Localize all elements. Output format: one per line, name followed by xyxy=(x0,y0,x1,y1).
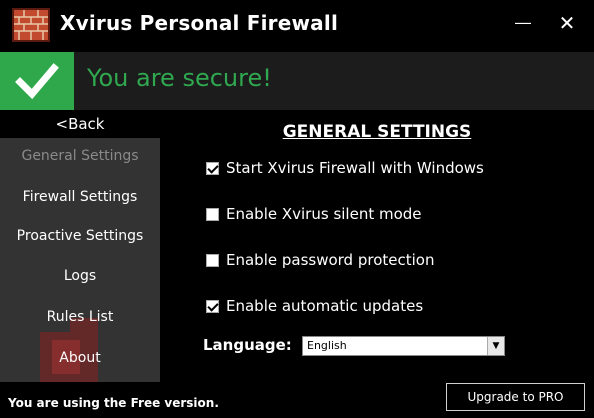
option-label: Start Xvirus Firewall with Windows xyxy=(226,159,484,177)
sidebar: General Settings Firewall Settings Proac… xyxy=(0,138,160,382)
upgrade-button[interactable]: Upgrade to PRO xyxy=(446,383,585,411)
start-with-windows-checkbox[interactable] xyxy=(206,161,219,175)
sidebar-item-about[interactable]: About xyxy=(0,343,160,373)
option-silent-mode[interactable]: Enable Xvirus silent mode xyxy=(206,203,422,225)
sidebar-item-logs[interactable]: Logs xyxy=(0,261,160,291)
brick-wall-icon xyxy=(12,8,50,42)
version-notice: You are using the Free version. xyxy=(8,396,219,410)
chevron-down-icon[interactable]: ▼ xyxy=(487,337,504,355)
status-text: You are secure! xyxy=(87,64,272,92)
language-label: Language: xyxy=(203,336,292,354)
app-title: Xvirus Personal Firewall xyxy=(60,11,338,35)
option-label: Enable automatic updates xyxy=(226,297,424,315)
section-title-text: GENERAL SETTINGS xyxy=(282,122,472,142)
language-value: English xyxy=(307,339,347,352)
settings-panel: GENERAL SETTINGS Start Xvirus Firewall w… xyxy=(160,110,594,382)
title-bar: Xvirus Personal Firewall ― ✕ xyxy=(0,0,594,52)
silent-mode-checkbox[interactable] xyxy=(206,207,219,221)
option-password-protection[interactable]: Enable password protection xyxy=(206,249,434,271)
option-start-with-windows[interactable]: Start Xvirus Firewall with Windows xyxy=(206,157,484,179)
sidebar-item-firewall-settings[interactable]: Firewall Settings xyxy=(0,182,160,212)
option-label: Enable password protection xyxy=(226,251,435,269)
option-label: Enable Xvirus silent mode xyxy=(226,205,422,223)
check-icon xyxy=(15,63,59,100)
sidebar-item-proactive-settings[interactable]: Proactive Settings xyxy=(0,221,160,251)
sidebar-item-general-settings[interactable]: General Settings xyxy=(0,141,160,171)
status-check-box xyxy=(0,52,74,110)
password-protection-checkbox[interactable] xyxy=(206,253,219,267)
automatic-updates-checkbox[interactable] xyxy=(206,299,219,313)
option-automatic-updates[interactable]: Enable automatic updates xyxy=(206,295,423,317)
footer: You are using the Free version. Upgrade … xyxy=(0,382,594,418)
section-title: GENERAL SETTINGS xyxy=(160,122,594,142)
language-select[interactable]: English ▼ xyxy=(302,336,505,356)
close-button[interactable]: ✕ xyxy=(556,12,578,34)
sidebar-item-rules-list[interactable]: Rules List xyxy=(0,302,160,332)
back-link[interactable]: <Back xyxy=(0,110,160,138)
status-banner: You are secure! xyxy=(0,52,594,110)
minimize-button[interactable]: ― xyxy=(512,12,534,34)
